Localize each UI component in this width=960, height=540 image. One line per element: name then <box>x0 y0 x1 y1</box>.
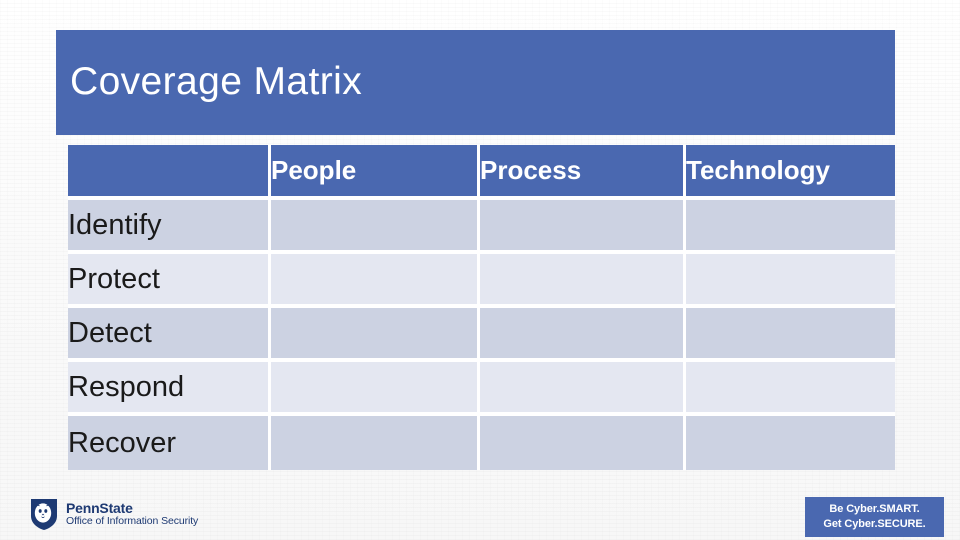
penn-state-wordmark: PennState Office of Information Security <box>66 500 199 528</box>
coverage-matrix-table: People Process Technology Identify Prote… <box>68 145 895 470</box>
matrix-header-row: People Process Technology <box>68 145 895 200</box>
table-row: Protect <box>68 254 895 308</box>
cell-recover-process[interactable] <box>480 416 686 470</box>
cell-identify-technology[interactable] <box>686 200 895 254</box>
slide: Coverage Matrix People Process Technolog… <box>0 0 960 540</box>
column-header-process: Process <box>480 145 686 200</box>
table-row: Respond <box>68 362 895 416</box>
page-title: Coverage Matrix <box>70 60 363 104</box>
cell-identify-process[interactable] <box>480 200 686 254</box>
column-header-people: People <box>271 145 480 200</box>
logo-org-name: PennState <box>66 500 133 517</box>
cell-detect-people[interactable] <box>271 308 480 362</box>
row-label-recover: Recover <box>68 416 271 470</box>
column-header-technology: Technology <box>686 145 895 200</box>
cyber-slogan-line-1: Be Cyber.SMART. <box>829 503 920 516</box>
cell-recover-people[interactable] <box>271 416 480 470</box>
penn-state-shield-lion-icon <box>31 499 57 530</box>
cell-detect-technology[interactable] <box>686 308 895 362</box>
table-row: Recover <box>68 416 895 470</box>
row-label-identify: Identify <box>68 200 271 254</box>
row-label-detect: Detect <box>68 308 271 362</box>
table-row: Identify <box>68 200 895 254</box>
cell-identify-people[interactable] <box>271 200 480 254</box>
title-banner: Coverage Matrix <box>56 30 895 135</box>
matrix-body: Identify Protect Detect Respond Recover <box>68 200 895 470</box>
cell-detect-process[interactable] <box>480 308 686 362</box>
matrix-header: People Process Technology <box>68 145 895 200</box>
cell-respond-people[interactable] <box>271 362 480 416</box>
cyber-slogan-line-2: Get Cyber.SECURE. <box>823 518 926 530</box>
cell-recover-technology[interactable] <box>686 416 895 470</box>
cell-protect-people[interactable] <box>271 254 480 308</box>
cell-protect-technology[interactable] <box>686 254 895 308</box>
cyber-slogan-badge: Be Cyber.SMART. Get Cyber.SECURE. <box>805 497 944 537</box>
table-row: Detect <box>68 308 895 362</box>
cell-protect-process[interactable] <box>480 254 686 308</box>
row-label-respond: Respond <box>68 362 271 416</box>
logo-org-unit: Office of Information Security <box>66 515 199 528</box>
row-label-protect: Protect <box>68 254 271 308</box>
cell-respond-process[interactable] <box>480 362 686 416</box>
cell-respond-technology[interactable] <box>686 362 895 416</box>
penn-state-logo: PennState Office of Information Security <box>30 498 198 531</box>
matrix-corner-header <box>68 145 271 200</box>
